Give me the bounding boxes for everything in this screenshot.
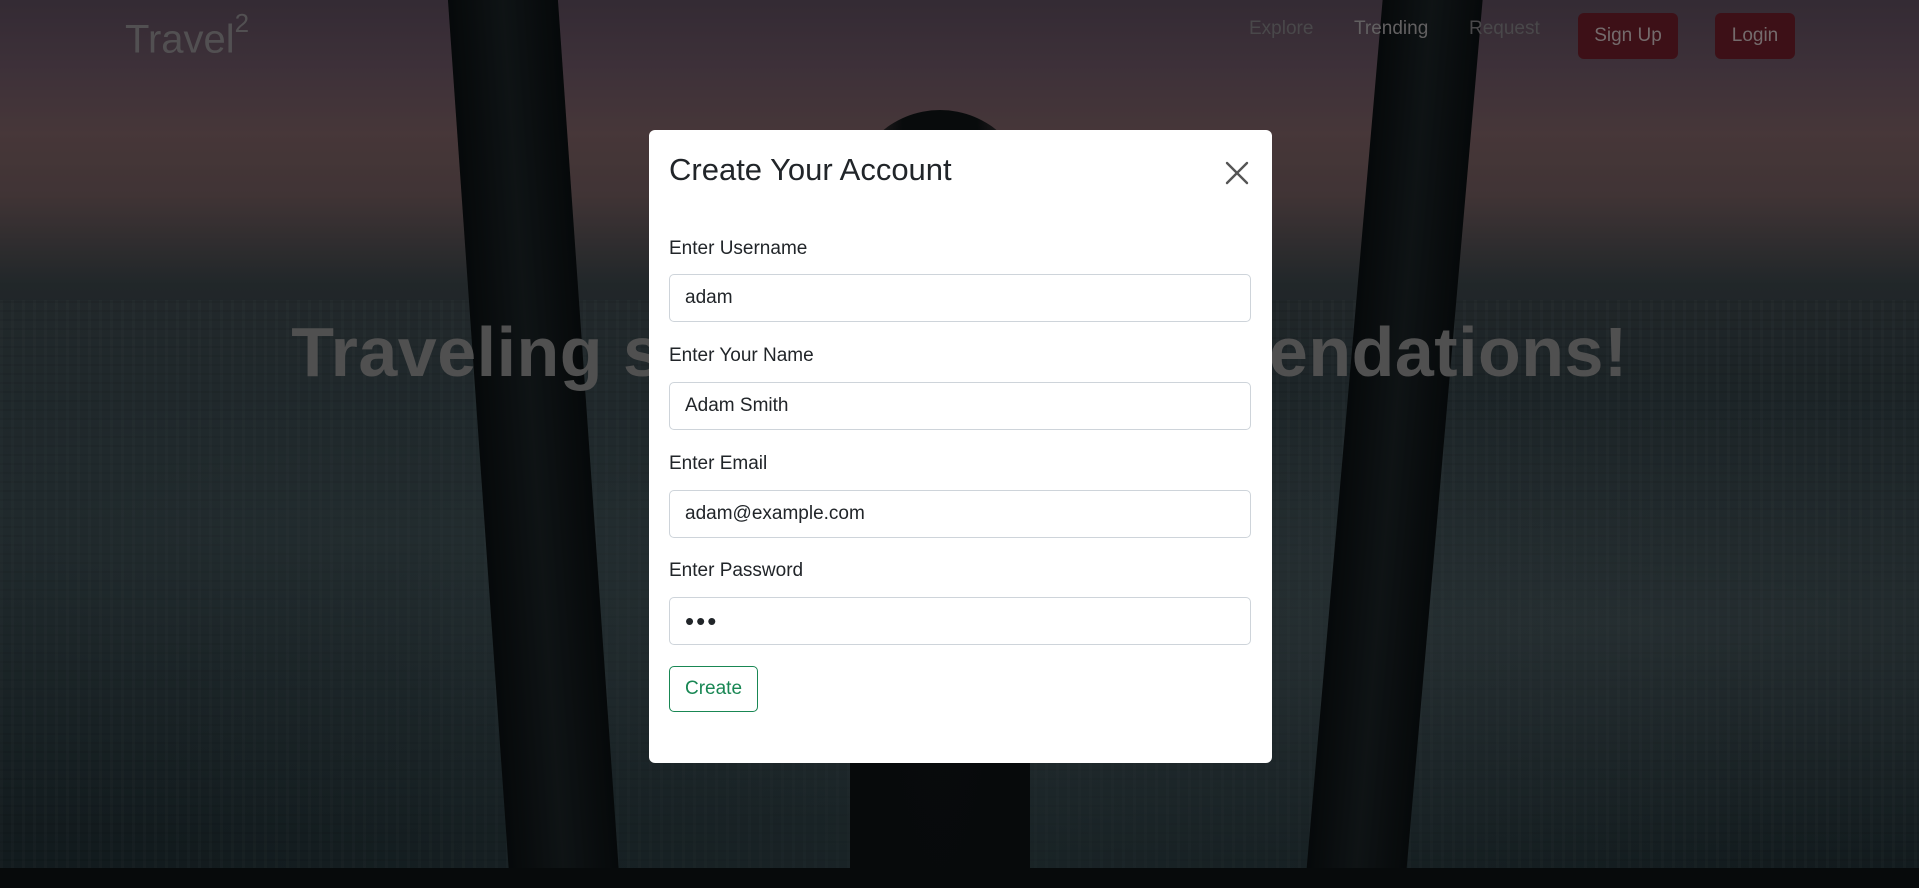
password-input[interactable]: [669, 597, 1251, 645]
name-input[interactable]: [669, 382, 1251, 430]
password-label: Enter Password: [669, 560, 804, 581]
close-button[interactable]: [1222, 158, 1252, 188]
page: Travel2 Explore Trending Request Sign Up…: [0, 0, 1919, 888]
name-label: Enter Your Name: [669, 345, 814, 366]
close-icon: [1225, 161, 1249, 185]
username-input[interactable]: [669, 274, 1251, 322]
create-account-modal: Create Your Account Enter Username Enter…: [649, 130, 1272, 763]
modal-title: Create Your Account: [669, 152, 952, 187]
email-input[interactable]: [669, 490, 1251, 538]
username-label: Enter Username: [669, 238, 808, 259]
create-button[interactable]: Create: [669, 666, 759, 712]
email-label: Enter Email: [669, 453, 768, 474]
